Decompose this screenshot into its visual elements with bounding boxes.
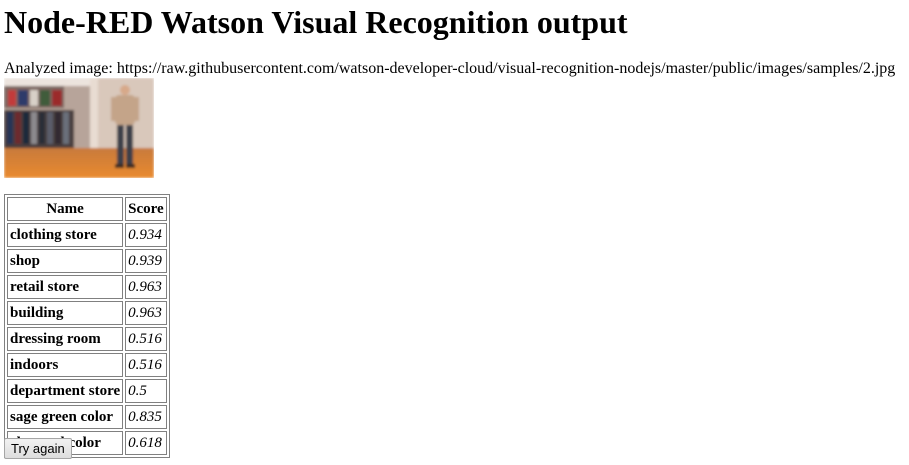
row-score: 0.835 [125, 405, 167, 429]
table-row: clothing store 0.934 [7, 223, 167, 247]
column-header-name: Name [7, 197, 124, 221]
column-header-score: Score [125, 197, 167, 221]
row-score: 0.618 [125, 431, 167, 455]
results-table: Name Score clothing store 0.934 shop 0.9… [4, 194, 170, 458]
table-row: department store 0.5 [7, 379, 167, 403]
row-score: 0.516 [125, 327, 167, 351]
row-score: 0.963 [125, 301, 167, 325]
row-name: building [7, 301, 124, 325]
row-name: department store [7, 379, 124, 403]
table-row: building 0.963 [7, 301, 167, 325]
row-name: shop [7, 249, 124, 273]
row-score: 0.5 [125, 379, 167, 403]
row-score: 0.963 [125, 275, 167, 299]
row-score: 0.934 [125, 223, 167, 247]
table-row: shop 0.939 [7, 249, 167, 273]
analyzed-image [4, 78, 154, 178]
table-row: retail store 0.963 [7, 275, 167, 299]
row-name: clothing store [7, 223, 124, 247]
table-header-row: Name Score [7, 197, 167, 221]
row-score: 0.939 [125, 249, 167, 273]
table-row: dressing room 0.516 [7, 327, 167, 351]
analyzed-image-label: Analyzed image: https://raw.githubuserco… [4, 60, 896, 77]
try-again-button[interactable]: Try again [4, 438, 72, 459]
row-name: indoors [7, 353, 124, 377]
table-row: sage green color 0.835 [7, 405, 167, 429]
page-content: Node-RED Watson Visual Recognition outpu… [4, 0, 909, 459]
page-title: Node-RED Watson Visual Recognition outpu… [4, 4, 628, 40]
table-row: indoors 0.516 [7, 353, 167, 377]
row-name: retail store [7, 275, 124, 299]
row-name: dressing room [7, 327, 124, 351]
row-score: 0.516 [125, 353, 167, 377]
row-name: sage green color [7, 405, 124, 429]
